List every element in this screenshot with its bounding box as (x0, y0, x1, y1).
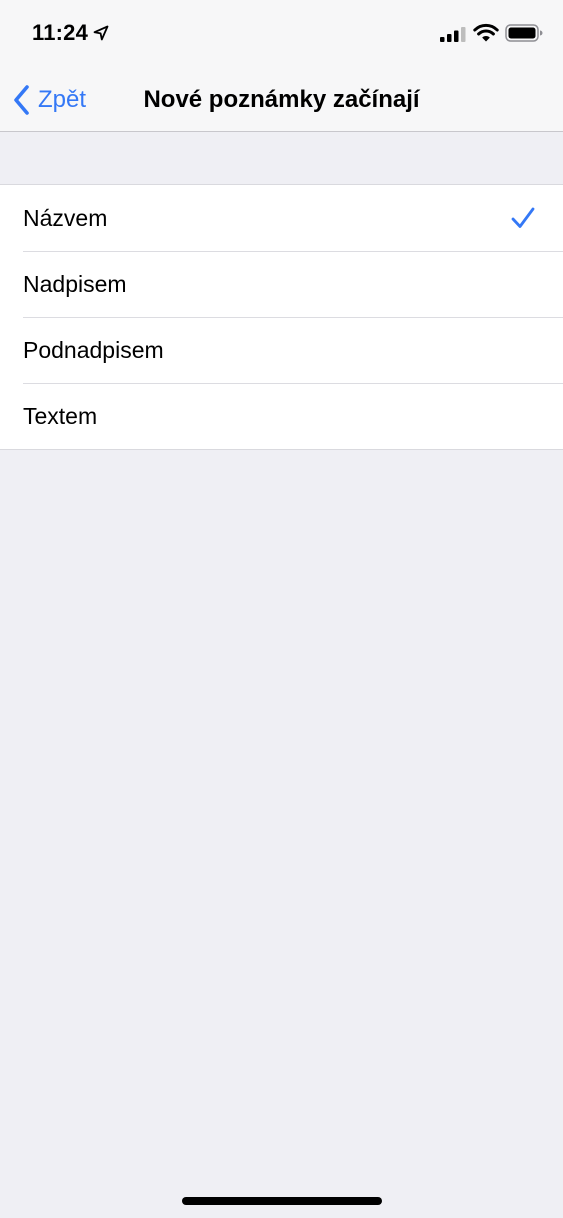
home-indicator[interactable] (182, 1197, 382, 1205)
status-time: 11:24 (32, 20, 89, 45)
back-button[interactable]: Zpět (12, 84, 86, 116)
option-row-nazvem[interactable]: Názvem (0, 185, 563, 251)
options-list: Názvem Nadpisem Podnadpisem Textem (0, 184, 563, 450)
status-bar: 11:24 (0, 0, 563, 66)
option-row-nadpisem[interactable]: Nadpisem (0, 251, 563, 317)
checkmark-icon (511, 207, 535, 228)
battery-icon (505, 24, 543, 42)
option-row-textem[interactable]: Textem (0, 383, 563, 449)
option-row-podnadpisem[interactable]: Podnadpisem (0, 317, 563, 383)
cellular-signal-icon (440, 27, 466, 42)
option-label: Podnadpisem (23, 337, 164, 363)
navigation-bar: Nové poznámky začínají Zpět (0, 66, 563, 132)
option-label: Nadpisem (23, 271, 127, 297)
wifi-icon (473, 23, 499, 42)
location-arrow-icon (93, 25, 109, 41)
chevron-left-icon (14, 85, 29, 115)
option-label: Názvem (23, 205, 108, 231)
option-label: Textem (23, 403, 98, 429)
back-label: Zpět (38, 86, 87, 113)
